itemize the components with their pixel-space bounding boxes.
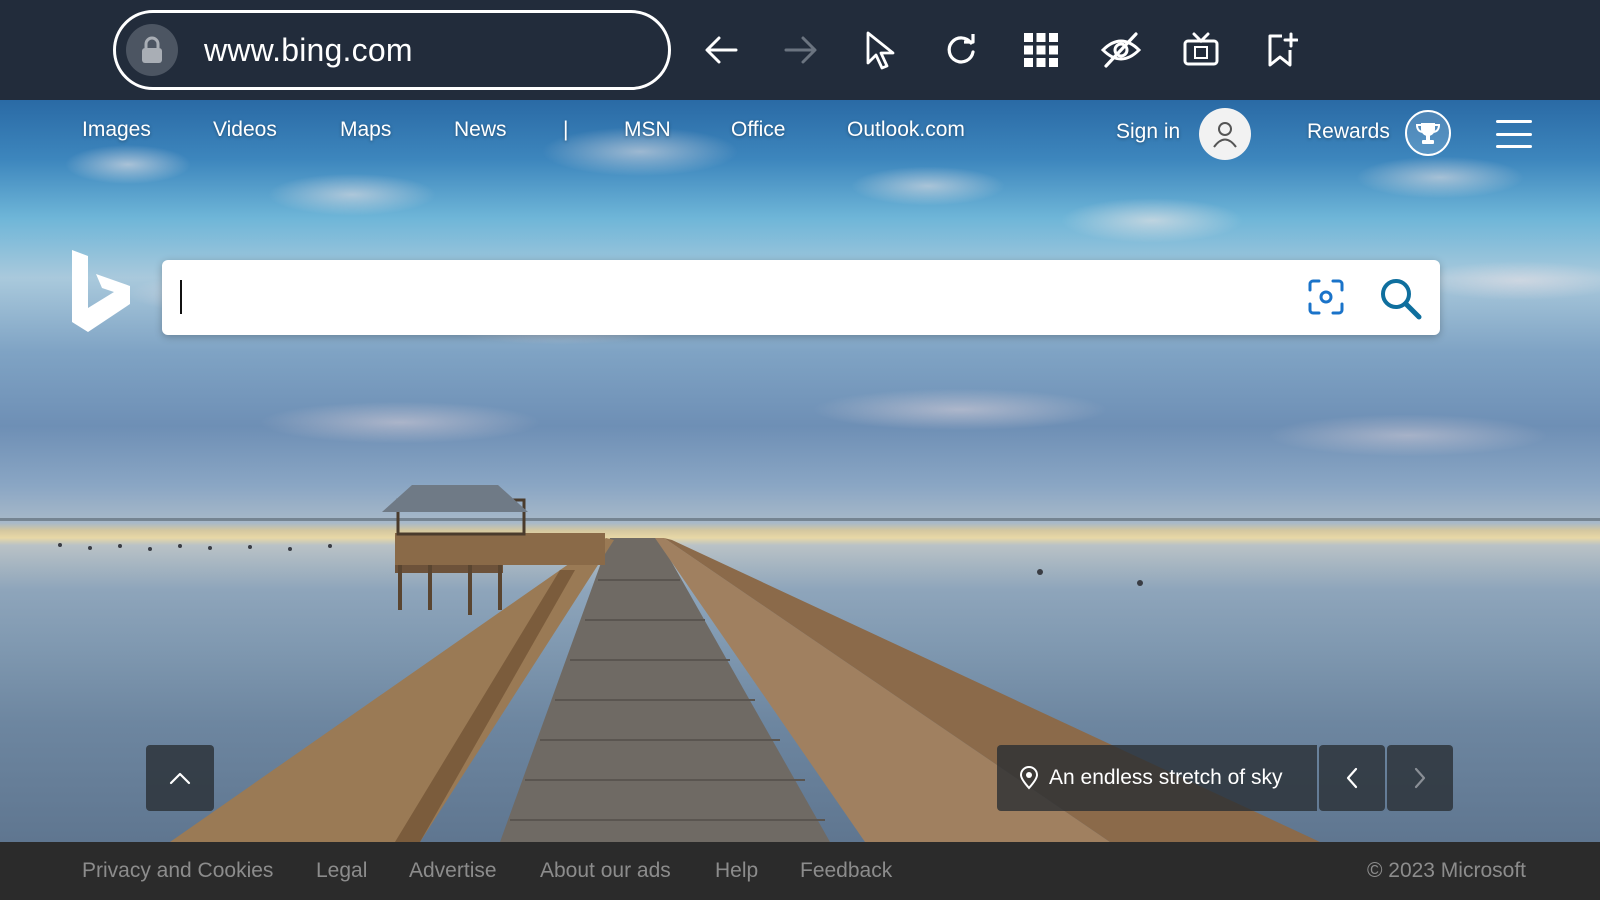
footer-link-feedback[interactable]: Feedback <box>800 859 892 883</box>
copyright-text: © 2023 Microsoft <box>1366 859 1526 882</box>
tv-icon[interactable] <box>1179 28 1223 72</box>
rewards-link[interactable]: Rewards <box>1307 120 1390 144</box>
footer-link-legal[interactable]: Legal <box>316 859 367 883</box>
search-input[interactable] <box>176 270 1280 327</box>
text-caret <box>180 280 182 314</box>
apps-grid-icon[interactable] <box>1019 28 1063 72</box>
address-bar[interactable]: www.bing.com <box>113 10 671 90</box>
nav-link-news[interactable]: News <box>454 118 507 142</box>
hamburger-menu-icon[interactable] <box>1496 120 1532 148</box>
hide-eye-icon[interactable] <box>1099 28 1143 72</box>
bing-logo-icon[interactable] <box>70 248 132 334</box>
nav-link-office[interactable]: Office <box>731 118 785 142</box>
browser-toolbar: www.bing.com <box>0 0 1600 100</box>
chevron-up-icon <box>169 772 191 785</box>
bookmark-add-icon[interactable] <box>1259 28 1303 72</box>
avatar-icon[interactable] <box>1199 108 1251 160</box>
footer-link-help[interactable]: Help <box>715 859 758 883</box>
top-nav: Images Videos Maps News | MSN Office Out… <box>0 100 1600 170</box>
sign-in-link[interactable]: Sign in <box>1116 120 1180 144</box>
footer: Privacy and Cookies Legal Advertise Abou… <box>0 842 1600 900</box>
nav-link-maps[interactable]: Maps <box>340 118 391 142</box>
nav-link-images[interactable]: Images <box>82 118 151 142</box>
bing-homepage: Images Videos Maps News | MSN Office Out… <box>0 100 1600 842</box>
search-icon[interactable] <box>1378 276 1422 320</box>
lock-icon[interactable] <box>126 24 178 76</box>
nav-link-outlook[interactable]: Outlook.com <box>847 118 965 142</box>
visual-search-icon[interactable] <box>1307 278 1345 316</box>
location-pin-icon <box>1019 766 1039 790</box>
next-image-button[interactable] <box>1387 745 1453 811</box>
scroll-up-button[interactable] <box>146 745 214 811</box>
background-pier-image <box>58 485 1320 842</box>
previous-image-button[interactable] <box>1319 745 1385 811</box>
search-box[interactable] <box>162 260 1440 335</box>
footer-link-about-ads[interactable]: About our ads <box>540 859 671 883</box>
forward-arrow-icon[interactable] <box>779 28 823 72</box>
nav-separator: | <box>563 118 569 141</box>
caption-text[interactable]: An endless stretch of sky <box>1049 766 1282 790</box>
reload-icon[interactable] <box>939 28 983 72</box>
nav-link-videos[interactable]: Videos <box>213 118 277 142</box>
footer-link-privacy[interactable]: Privacy and Cookies <box>82 859 273 883</box>
footer-link-advertise[interactable]: Advertise <box>409 859 497 883</box>
back-arrow-icon[interactable] <box>699 28 743 72</box>
chevron-right-icon <box>1414 767 1426 789</box>
chevron-left-icon <box>1346 767 1358 789</box>
rewards-trophy-icon[interactable] <box>1405 110 1451 156</box>
image-caption[interactable]: An endless stretch of sky <box>997 745 1317 811</box>
nav-link-msn[interactable]: MSN <box>624 118 671 142</box>
url-text[interactable]: www.bing.com <box>204 32 413 69</box>
cursor-icon[interactable] <box>859 28 903 72</box>
